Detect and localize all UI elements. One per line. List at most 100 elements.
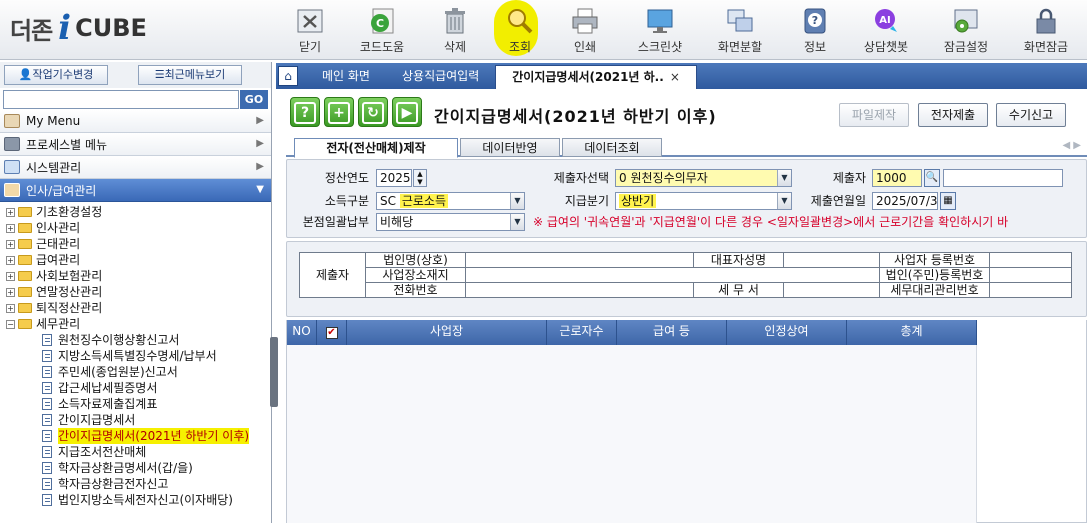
tree-folder[interactable]: + 근태관리	[0, 236, 271, 252]
tree-item[interactable]: 학자금상환금전자신고	[0, 476, 271, 492]
lookup-icon[interactable]: 🔍	[924, 169, 940, 187]
code-help-button[interactable]: C 코드도움	[352, 4, 412, 56]
tree-folder[interactable]: + 사회보험관리	[0, 268, 271, 284]
tree-item[interactable]: 간이지급명세서(2021년 하반기 이후)	[0, 428, 271, 444]
tree-item[interactable]: 지방소득세특별징수명세/납부서	[0, 348, 271, 364]
subtab-data-query[interactable]: 데이터조회	[562, 138, 662, 157]
logo-text-i: i	[58, 8, 72, 48]
system-menu-icon	[4, 160, 20, 174]
trash-icon	[440, 6, 470, 36]
expand-icon[interactable]: +	[6, 271, 15, 281]
ai-chatbot-icon: AI	[871, 6, 901, 36]
expand-icon[interactable]: +	[6, 303, 15, 313]
filter-panel: 정산연도 2025 ▲ ▼ 소득구분 SC 근로소득 ▼ 본점일괄납부 비해당 ▼…	[286, 159, 1087, 238]
help-button[interactable]: ?	[290, 97, 320, 127]
screen-lock-button[interactable]: 화면잠금	[1016, 4, 1076, 56]
split-screen-button[interactable]: 화면분할	[710, 4, 770, 56]
expand-icon[interactable]: +	[6, 207, 15, 217]
change-period-button[interactable]: 👤작업기수변경	[4, 65, 108, 85]
tree-item[interactable]: 지급조서전산매체	[0, 444, 271, 460]
period-select[interactable]: 상반기 ▼	[615, 192, 792, 210]
tree-item[interactable]: 주민세(종업원분)신고서	[0, 364, 271, 380]
tree-folder[interactable]: + 기초환경설정	[0, 204, 271, 220]
subtab-data-apply[interactable]: 데이터반영	[460, 138, 560, 157]
tab-simple-payment-statement[interactable]: 간이지급명세서(2021년 하.. ×	[495, 65, 697, 89]
search-go-button[interactable]: GO	[240, 89, 268, 109]
col-workers[interactable]: 근로자수	[547, 320, 617, 345]
tree-item[interactable]: 간이지급명세서	[0, 412, 271, 428]
expand-icon[interactable]: +	[6, 255, 15, 265]
submitter-name-field[interactable]	[943, 169, 1063, 187]
year-field[interactable]: 2025	[376, 169, 412, 187]
chatbot-button[interactable]: AI 상담챗봇	[856, 4, 916, 56]
col-salary[interactable]: 급여 등	[617, 320, 727, 345]
sidebar-splitter[interactable]	[270, 337, 278, 407]
file-create-button[interactable]: 파일제작	[839, 103, 909, 127]
recent-menu-button[interactable]: ☰최근메뉴보기	[138, 65, 242, 85]
info-button[interactable]: ? 정보	[785, 4, 845, 56]
search-button[interactable]: 조회	[490, 0, 550, 56]
home-icon[interactable]: ⌂	[278, 66, 298, 86]
tree-item-label: 기초환경설정	[36, 205, 103, 219]
add-button[interactable]: +	[324, 97, 354, 127]
menu-my-menu[interactable]: My Menu ▶	[0, 110, 271, 133]
svg-text:AI: AI	[879, 15, 890, 26]
tree-item[interactable]: 갑근세납세필증명서	[0, 380, 271, 396]
tree-item[interactable]: 원천징수이행상황신고서	[0, 332, 271, 348]
col-no[interactable]: NO	[287, 320, 317, 345]
refresh-button[interactable]: ↻	[358, 97, 388, 127]
close-tab-icon[interactable]: ×	[670, 70, 680, 84]
tree-folder[interactable]: + 급여관리	[0, 252, 271, 268]
tab-salary-input[interactable]: 상용직급여입력	[386, 63, 495, 89]
lock-settings-button[interactable]: 잠금설정	[936, 4, 996, 56]
document-tabs: ⌂ 메인 화면 상용직급여입력 간이지급명세서(2021년 하.. ×	[276, 63, 1087, 89]
e-submit-button[interactable]: 전자제출	[918, 103, 988, 127]
tree-folder[interactable]: + 퇴직정산관리	[0, 300, 271, 316]
expand-icon[interactable]: +	[6, 239, 15, 249]
run-button[interactable]: ▶	[392, 97, 422, 127]
calendar-icon[interactable]: ▦	[940, 192, 956, 210]
play-icon: ▶	[396, 102, 418, 124]
print-button[interactable]: 인쇄	[555, 4, 615, 56]
chevron-down-icon: ▼	[510, 214, 524, 230]
close-button[interactable]: 닫기	[280, 4, 340, 56]
menu-system[interactable]: 시스템관리 ▶	[0, 156, 271, 179]
collapse-icon[interactable]: −	[6, 319, 15, 329]
menu-process[interactable]: 프로세스별 메뉴 ▶	[0, 133, 271, 156]
submitter-code-field[interactable]: 1000	[872, 169, 922, 187]
menu-search-input[interactable]	[3, 89, 239, 109]
folder-icon	[18, 223, 32, 233]
tree-item[interactable]: 학자금상환금명세서(갑/을)	[0, 460, 271, 476]
tree-folder[interactable]: − 세무관리	[0, 316, 271, 332]
col-check[interactable]: ✔	[317, 320, 347, 345]
tree-item[interactable]: 소득자료제출집계표	[0, 396, 271, 412]
subtab-electronic[interactable]: 전자(전산매체)제작	[294, 138, 458, 158]
col-workplace[interactable]: 사업장	[347, 320, 547, 345]
manual-report-button[interactable]: 수기신고	[996, 103, 1066, 127]
col-total[interactable]: 총계	[847, 320, 977, 345]
delete-button[interactable]: 삭제	[425, 4, 485, 56]
grid-header: NO ✔ 사업장 근로자수 급여 등 인정상여 총계	[287, 320, 977, 345]
branch-select[interactable]: 비해당 ▼	[376, 213, 525, 231]
expand-icon[interactable]: +	[6, 223, 15, 233]
tree-folder[interactable]: + 연말정산관리	[0, 284, 271, 300]
submit-date-field[interactable]: 2025/07/31	[872, 192, 938, 210]
phone-value	[465, 282, 694, 298]
agent-no-label: 세무대리관리번호	[879, 282, 990, 298]
expand-icon[interactable]: +	[6, 287, 15, 297]
tab-scroll-arrows[interactable]: ◀ ▶	[1062, 140, 1081, 151]
checkbox-icon[interactable]: ✔	[325, 327, 338, 339]
year-stepper[interactable]: ▲ ▼	[413, 169, 427, 187]
submitter-select[interactable]: 0 원천징수의무자 ▼	[615, 169, 792, 187]
col-bonus[interactable]: 인정상여	[727, 320, 847, 345]
grid-body[interactable]	[287, 345, 977, 523]
agent-no-value	[989, 282, 1072, 298]
income-type-select[interactable]: SC 근로소득 ▼	[376, 192, 525, 210]
screenshot-button[interactable]: 스크린샷	[630, 4, 690, 56]
tree-item-label: 간이지급명세서(2021년 하반기 이후)	[58, 428, 250, 444]
menu-hr-payroll[interactable]: 인사/급여관리 ▼	[0, 179, 271, 202]
split-screen-icon	[725, 6, 755, 36]
tree-item[interactable]: 법인지방소득세전자신고(이자배당)	[0, 492, 271, 508]
tree-folder[interactable]: + 인사관리	[0, 220, 271, 236]
tab-main[interactable]: 메인 화면	[306, 63, 386, 89]
